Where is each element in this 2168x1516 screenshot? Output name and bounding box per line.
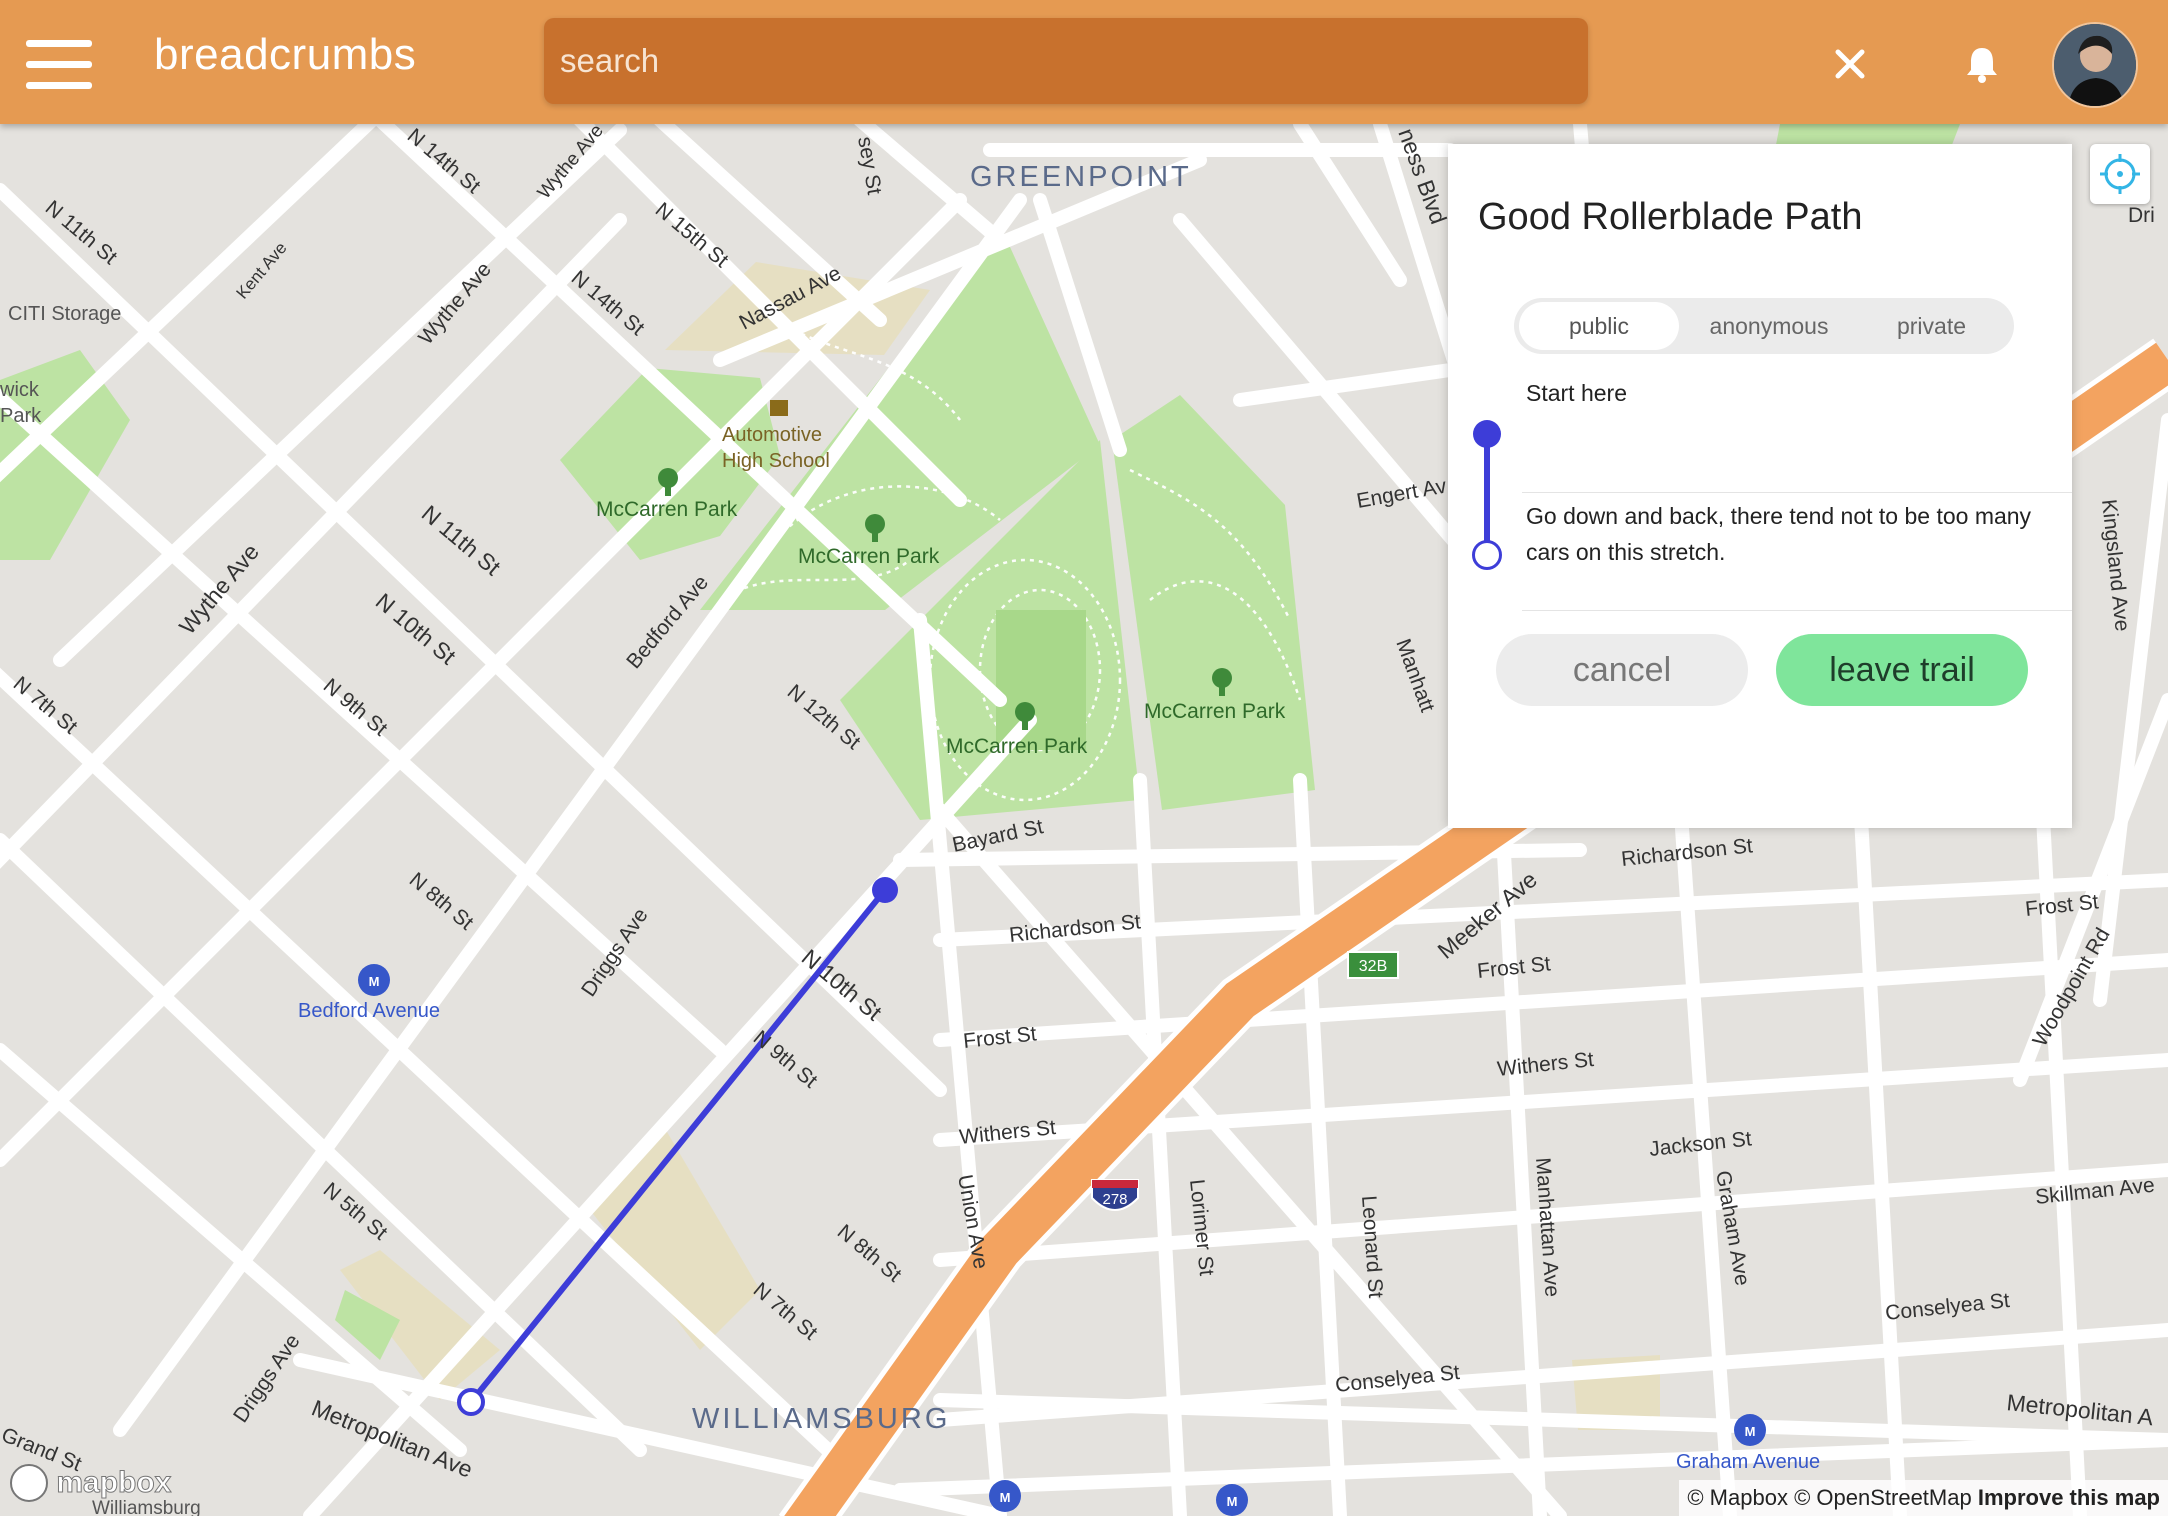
- svg-text:M: M: [1227, 1494, 1238, 1509]
- attribution-osm[interactable]: © OpenStreetMap: [1794, 1485, 1972, 1510]
- mapbox-logo[interactable]: mapbox: [10, 1464, 172, 1504]
- map-attribution: © Mapbox © OpenStreetMap Improve this ma…: [1679, 1480, 2168, 1516]
- cancel-button[interactable]: cancel: [1496, 634, 1748, 706]
- trail-panel: Good Rollerblade Path public anonymous p…: [1448, 144, 2072, 828]
- subway-icon: M: [358, 964, 390, 996]
- place-label: Graham Avenue: [1676, 1451, 1820, 1473]
- place-label: Bedford Avenue: [298, 1000, 440, 1022]
- subway-icon: M: [989, 1480, 1021, 1512]
- place-label: Park: [0, 405, 42, 427]
- user-avatar[interactable]: [2052, 22, 2138, 108]
- route-shield-32b: 32B: [1347, 951, 1399, 979]
- track-field: [996, 610, 1086, 750]
- app-brand[interactable]: breadcrumbs: [154, 30, 416, 80]
- neighborhood-label: GREENPOINT: [970, 161, 1192, 193]
- neighborhood-label: WILLIAMSBURG: [692, 1403, 950, 1435]
- app-header: breadcrumbs: [0, 0, 2168, 124]
- place-label: CITI Storage: [8, 303, 121, 325]
- attribution-mapbox[interactable]: © Mapbox: [1687, 1485, 1788, 1510]
- hamburger-icon[interactable]: [26, 40, 94, 90]
- improve-map-link[interactable]: Improve this map: [1978, 1485, 2160, 1510]
- search-bar[interactable]: [544, 18, 1588, 104]
- park-label: McCarren Park: [1144, 700, 1286, 723]
- svg-text:32B: 32B: [1359, 958, 1387, 975]
- street-label: Dri: [2128, 204, 2155, 227]
- step-start-marker: [1473, 420, 1501, 448]
- place-label: Automotive: [722, 424, 822, 446]
- trail-title: Good Rollerblade Path: [1478, 196, 1863, 238]
- visibility-public[interactable]: public: [1519, 302, 1679, 350]
- crosshair-icon: [2100, 154, 2140, 194]
- bell-icon[interactable]: [1960, 42, 2004, 86]
- park-label: McCarren Park: [946, 735, 1088, 758]
- trail-end-marker[interactable]: [457, 1388, 485, 1416]
- svg-text:M: M: [1745, 1424, 1756, 1439]
- trail-step: Start here: [1526, 380, 1627, 406]
- visibility-toggle[interactable]: public anonymous private: [1514, 298, 2014, 354]
- school-icon: [770, 400, 788, 416]
- subway-icon: M: [1734, 1414, 1766, 1446]
- close-icon[interactable]: [1830, 44, 1870, 84]
- park-label: McCarren Park: [596, 498, 738, 521]
- visibility-private[interactable]: private: [1854, 302, 2009, 350]
- place-label: wick: [0, 379, 40, 401]
- park-label: McCarren Park: [798, 545, 940, 568]
- mapbox-logo-icon: [10, 1464, 48, 1502]
- search-input[interactable]: [544, 18, 1588, 104]
- visibility-anonymous[interactable]: anonymous: [1684, 302, 1854, 350]
- leave-trail-button[interactable]: leave trail: [1776, 634, 2028, 706]
- subway-icon: M: [1216, 1484, 1248, 1516]
- svg-text:M: M: [1000, 1490, 1011, 1505]
- svg-text:M: M: [369, 974, 380, 989]
- trail-step: Go down and back, there tend not to be t…: [1526, 503, 2032, 565]
- place-label: High School: [722, 450, 830, 472]
- step-end-marker: [1472, 540, 1502, 570]
- divider: [1522, 492, 2072, 493]
- divider: [1522, 610, 2072, 611]
- geolocate-button[interactable]: [2090, 144, 2150, 204]
- svg-text:278: 278: [1102, 1191, 1127, 1208]
- trail-start-marker[interactable]: [872, 877, 898, 903]
- trail-timeline: [1484, 432, 1490, 552]
